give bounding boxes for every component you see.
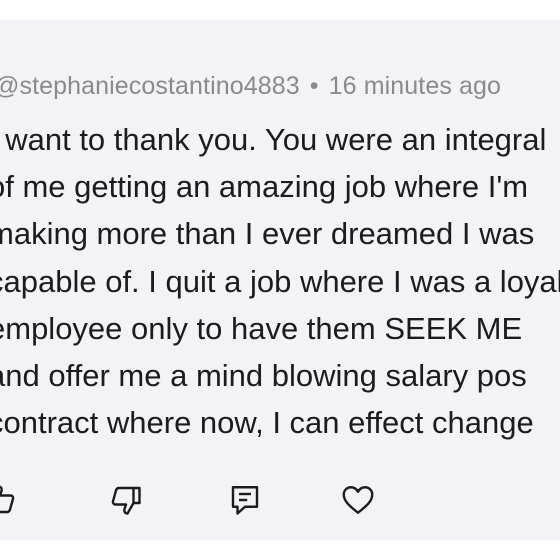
comment-meta: @stephaniecostantino4883 • 16 minutes ago <box>0 72 501 101</box>
thumbs-down-icon <box>111 486 141 515</box>
heart-icon <box>342 486 374 514</box>
comment-line: capable of. I quit a job where I was a l… <box>0 263 560 299</box>
heart-button[interactable] <box>336 478 380 522</box>
meta-separator: • <box>309 72 319 100</box>
reply-icon <box>231 486 259 515</box>
comment-line: of me getting an amazing job where I'm <box>0 169 529 205</box>
comment-card: @stephaniecostantino4883 • 16 minutes ago … <box>0 20 560 540</box>
reply-button[interactable] <box>223 478 267 522</box>
top-margin <box>0 0 560 20</box>
dislike-button[interactable] <box>104 478 148 522</box>
comment-username[interactable]: @stephaniecostantino4883 <box>0 72 300 100</box>
comment-timestamp: 16 minutes ago <box>328 72 501 100</box>
comment-actions <box>0 478 560 526</box>
comment-line: making more than I ever dreamed I was <box>0 216 535 252</box>
comment-line: contract where now, I can effect change <box>0 405 534 441</box>
bottom-margin <box>0 540 560 560</box>
comment-line: employee only to have them SEEK ME <box>0 310 523 346</box>
comment-body: I want to thank you. You were an integra… <box>0 116 560 446</box>
thumbs-up-icon <box>0 485 15 514</box>
comment-line: and offer me a mind blowing salary pos <box>0 357 527 393</box>
comment-line: I want to thank you. You were an integra… <box>0 122 547 157</box>
like-button[interactable] <box>0 478 22 522</box>
